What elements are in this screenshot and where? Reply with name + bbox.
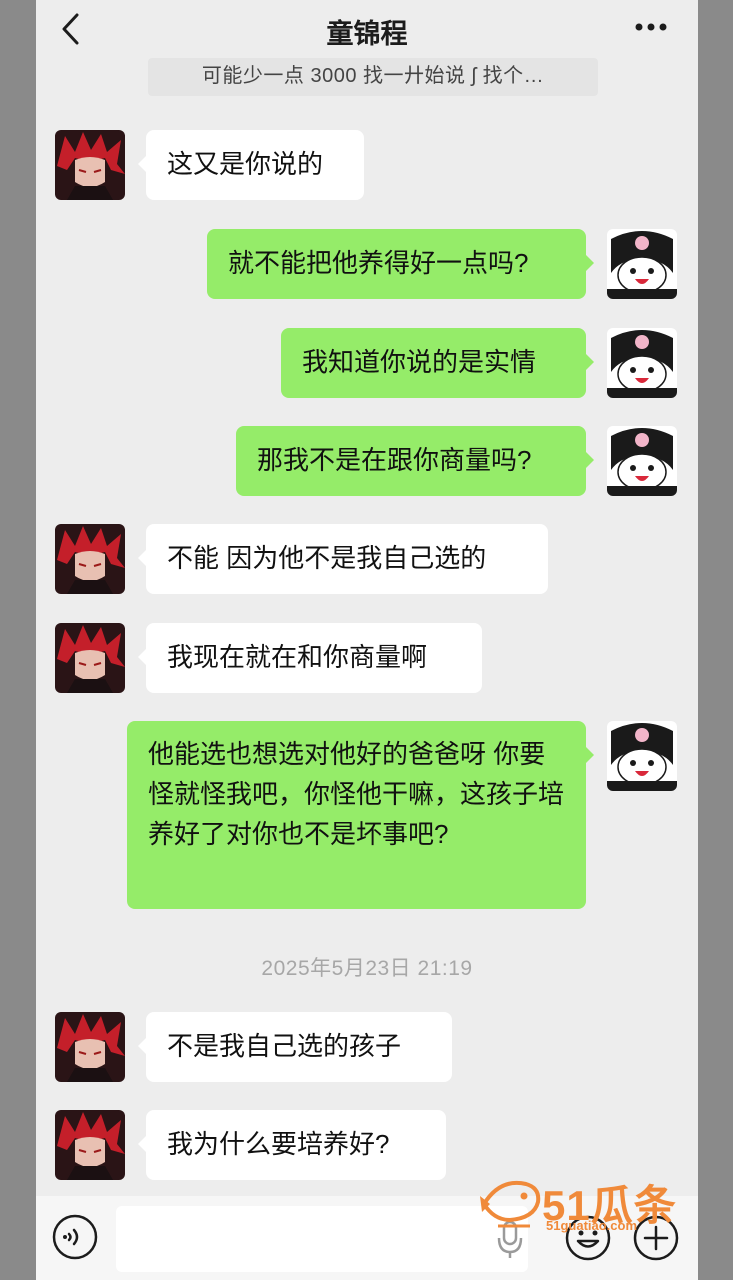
contact-avatar[interactable]	[55, 524, 125, 594]
self-avatar[interactable]	[607, 328, 677, 398]
pinned-message-preview[interactable]: 可能少一点 3000 找一廾始说 ʃ 找个…	[148, 58, 598, 96]
self-avatar[interactable]	[607, 229, 677, 299]
message-bubble[interactable]: 就不能把他养得好一点吗?	[207, 229, 594, 299]
top-bar: 童锦程	[36, 0, 698, 60]
self-avatar[interactable]	[607, 426, 677, 496]
contact-avatar[interactable]	[55, 1110, 125, 1180]
message-bubble[interactable]: 他能选也想选对他好的爸爸呀 你要怪就怪我吧，你怪他干嘛，这孩子培养好了对你也不是…	[127, 721, 594, 909]
chat-title: 童锦程	[326, 19, 408, 49]
emoji-icon[interactable]	[564, 1214, 612, 1262]
self-avatar[interactable]	[607, 721, 677, 791]
input-bar	[36, 1196, 698, 1280]
message-timestamp: 2025年5月23日 21:19	[261, 957, 473, 980]
contact-avatar[interactable]	[55, 130, 125, 200]
message-bubble[interactable]: 那我不是在跟你商量吗?	[236, 426, 594, 496]
message-bubble[interactable]: 这又是你说的	[138, 130, 364, 200]
plus-icon[interactable]	[632, 1214, 680, 1262]
message-input[interactable]	[116, 1206, 528, 1272]
message-bubble[interactable]: 不是我自己选的孩子	[138, 1012, 452, 1082]
message-bubble[interactable]: 我知道你说的是实情	[281, 328, 594, 398]
chat-screen: 童锦程 可能少一点 3000 找一廾始说 ʃ 找个… 这又是你说的 就不能把他养…	[36, 0, 698, 1280]
message-bubble[interactable]: 我为什么要培养好?	[138, 1110, 446, 1180]
voice-icon[interactable]	[52, 1214, 98, 1260]
mic-icon[interactable]	[496, 1220, 524, 1260]
contact-avatar[interactable]	[55, 623, 125, 693]
message-bubble[interactable]: 我现在就在和你商量啊	[138, 623, 482, 693]
message-bubble[interactable]: 不能 因为他不是我自己选的	[138, 524, 548, 594]
contact-avatar[interactable]	[55, 1012, 125, 1082]
more-icon[interactable]	[634, 17, 668, 37]
